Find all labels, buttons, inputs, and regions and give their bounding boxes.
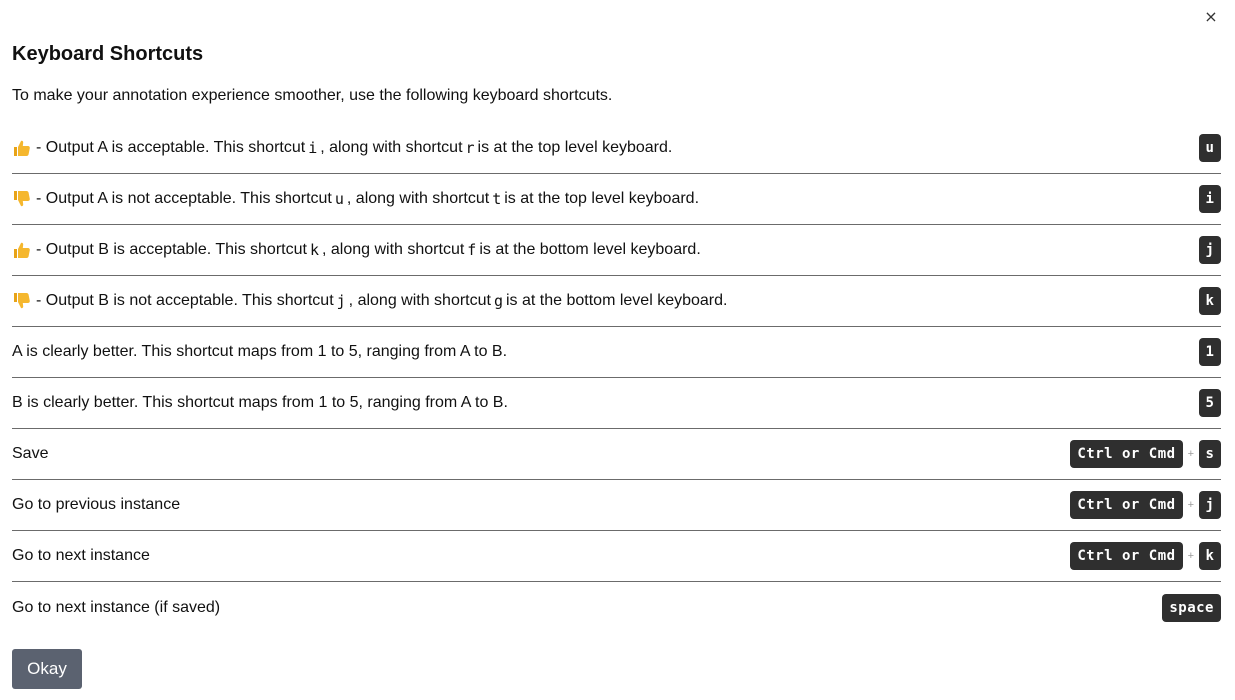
- shortcut-row: B is clearly better. This shortcut maps …: [12, 378, 1221, 429]
- key-badge: u: [1199, 134, 1221, 162]
- thumbs-down-icon: [12, 291, 32, 311]
- shortcut-description: Go to next instance: [12, 547, 150, 564]
- shortcut-row: - Output A is acceptable. This shortcut …: [12, 123, 1221, 174]
- shortcut-keys: k: [1199, 287, 1221, 315]
- shortcut-keys: i: [1199, 185, 1221, 213]
- shortcut-keys: Ctrl or Cmd + k: [1070, 542, 1221, 570]
- key-badge: 1: [1199, 338, 1221, 366]
- shortcut-keys: 5: [1199, 389, 1221, 417]
- inline-key: f: [467, 241, 477, 259]
- modifier-key-badge: Ctrl or Cmd: [1070, 491, 1183, 519]
- thumbs-up-icon: [12, 138, 32, 158]
- key-badge: s: [1199, 440, 1221, 468]
- close-button[interactable]: ×: [1201, 7, 1221, 27]
- shortcut-keys: u: [1199, 134, 1221, 162]
- key-badge: k: [1199, 287, 1221, 315]
- shortcut-description: - Output A is acceptable. This shortcut …: [12, 138, 672, 158]
- key-badge: k: [1199, 542, 1221, 570]
- shortcut-row: - Output B is not acceptable. This short…: [12, 276, 1221, 327]
- inline-key: t: [492, 190, 502, 208]
- key-badge: j: [1199, 491, 1221, 519]
- shortcut-row: - Output B is acceptable. This shortcut …: [12, 225, 1221, 276]
- thumbs-down-icon: [12, 189, 32, 209]
- plus-separator: +: [1187, 499, 1194, 511]
- shortcut-description: Save: [12, 445, 49, 462]
- key-badge: 5: [1199, 389, 1221, 417]
- shortcut-description: B is clearly better. This shortcut maps …: [12, 394, 508, 411]
- modifier-key-badge: Ctrl or Cmd: [1070, 440, 1183, 468]
- shortcut-list: - Output A is acceptable. This shortcut …: [12, 123, 1221, 633]
- shortcut-description: A is clearly better. This shortcut maps …: [12, 343, 508, 360]
- keyboard-shortcuts-dialog: × Keyboard Shortcuts To make your annota…: [0, 0, 1235, 700]
- inline-key: i: [308, 139, 318, 157]
- shortcut-keys: j: [1199, 236, 1221, 264]
- shortcut-description: Go to previous instance: [12, 496, 181, 513]
- dialog-intro: To make your annotation experience smoot…: [12, 87, 613, 104]
- shortcut-description: - Output B is acceptable. This shortcut …: [12, 240, 701, 260]
- shortcut-row: A is clearly better. This shortcut maps …: [12, 327, 1221, 378]
- modifier-key-badge: Ctrl or Cmd: [1070, 542, 1183, 570]
- shortcut-row: Go to next instance Ctrl or Cmd + k: [12, 531, 1221, 582]
- inline-key: g: [493, 292, 503, 310]
- plus-separator: +: [1187, 550, 1194, 562]
- shortcut-description: Go to next instance (if saved): [12, 598, 221, 616]
- shortcut-keys: Ctrl or Cmd + s: [1070, 440, 1221, 468]
- shortcut-description: - Output A is not acceptable. This short…: [12, 189, 699, 209]
- shortcut-row: Save Ctrl or Cmd + s: [12, 429, 1221, 480]
- key-badge: space: [1162, 593, 1221, 622]
- inline-key: j: [336, 292, 346, 310]
- inline-key: u: [334, 190, 344, 208]
- shortcut-keys: space: [1162, 593, 1221, 622]
- shortcut-row: Go to previous instance Ctrl or Cmd + j: [12, 480, 1221, 531]
- shortcut-row: - Output A is not acceptable. This short…: [12, 174, 1221, 225]
- shortcut-keys: 1: [1199, 338, 1221, 366]
- shortcut-description: - Output B is not acceptable. This short…: [12, 291, 727, 311]
- inline-key: r: [465, 139, 475, 157]
- inline-key: k: [309, 241, 319, 259]
- okay-button[interactable]: Okay: [12, 649, 82, 689]
- key-badge: i: [1199, 185, 1221, 213]
- shortcut-keys: Ctrl or Cmd + j: [1070, 491, 1221, 519]
- plus-separator: +: [1187, 448, 1194, 460]
- shortcut-row: Go to next instance (if saved) space: [12, 582, 1221, 633]
- dialog-title: Keyboard Shortcuts: [12, 43, 204, 65]
- key-badge: j: [1199, 236, 1221, 264]
- thumbs-up-icon: [12, 240, 32, 260]
